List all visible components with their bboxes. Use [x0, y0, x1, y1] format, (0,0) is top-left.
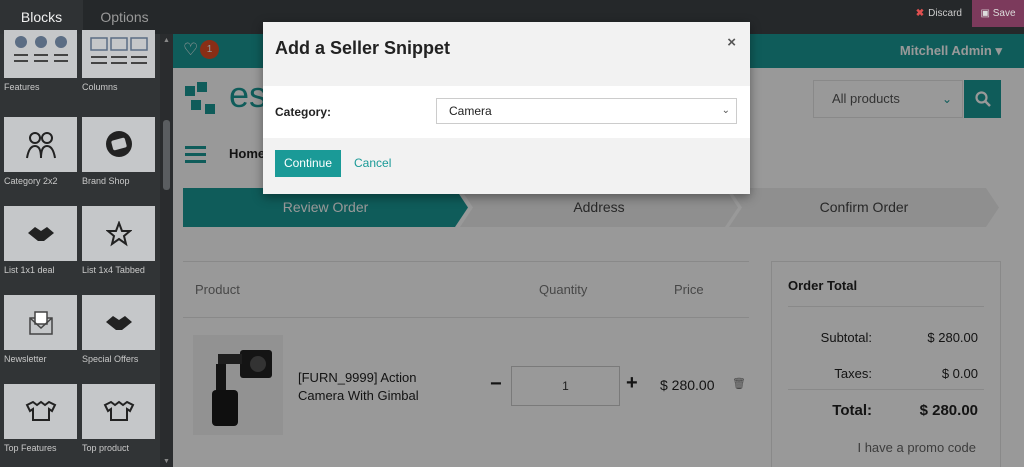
- block-label: Brand Shop: [82, 176, 130, 186]
- block-special-offers[interactable]: Special Offers: [82, 295, 160, 364]
- shirts-icon: [4, 384, 77, 439]
- save-label: Save: [992, 8, 1016, 19]
- block-label: List 1x4 Tabbed: [82, 265, 145, 275]
- dialog-body: Category: Camera ⌄: [263, 86, 750, 138]
- block-top-product[interactable]: Top product: [82, 384, 160, 453]
- sidebar-tabs: Blocks Options: [0, 0, 173, 34]
- block-list-1x4-tabbed[interactable]: List 1x4 Tabbed: [82, 206, 160, 275]
- sidebar-scrollbar[interactable]: ▲ ▼: [160, 34, 173, 467]
- block-category-2x2[interactable]: Category 2x2: [4, 117, 82, 186]
- block-list-1x1-deal[interactable]: List 1x1 deal: [4, 206, 82, 275]
- block-label: Newsletter: [4, 354, 47, 364]
- discard-button[interactable]: ✖ Discard: [916, 0, 962, 27]
- close-icon: ✖: [915, 8, 925, 19]
- block-label: Category 2x2: [4, 176, 58, 186]
- features-icon: [4, 30, 77, 78]
- category-select-value: Camera: [449, 104, 492, 118]
- block-label: Special Offers: [82, 354, 139, 364]
- save-button[interactable]: ▣ Save: [972, 0, 1024, 27]
- app-root: Blocks Options Features Columns Category…: [0, 0, 1024, 467]
- block-label: Columns: [82, 82, 118, 92]
- block-label: Top product: [82, 443, 130, 453]
- columns-icon: [82, 30, 155, 78]
- scroll-thumb[interactable]: [163, 120, 170, 190]
- tab-blocks[interactable]: Blocks: [0, 0, 83, 34]
- chevron-down-icon: ⌄: [721, 105, 730, 116]
- tag-icon: [82, 117, 155, 172]
- dialog-title: Add a Seller Snippet: [275, 38, 451, 58]
- save-icon: ▣: [980, 8, 990, 19]
- editor-sidebar: Blocks Options Features Columns Category…: [0, 0, 173, 467]
- category-select[interactable]: Camera ⌄: [436, 98, 737, 124]
- handshake-icon: [82, 295, 155, 350]
- add-snippet-dialog: Add a Seller Snippet × Category: Camera …: [263, 22, 750, 194]
- block-columns[interactable]: Columns: [82, 30, 160, 92]
- tab-options[interactable]: Options: [83, 0, 166, 34]
- handshake-icon: [4, 206, 77, 261]
- people-icon: [4, 117, 77, 172]
- block-features[interactable]: Features: [4, 30, 82, 92]
- dialog-header: Add a Seller Snippet ×: [263, 22, 750, 86]
- scroll-down-icon[interactable]: ▼: [163, 458, 170, 465]
- shirts-icon: [82, 384, 155, 439]
- envelope-icon: [4, 295, 77, 350]
- close-icon[interactable]: ×: [727, 34, 736, 51]
- block-brand-shop[interactable]: Brand Shop: [82, 117, 160, 186]
- continue-button[interactable]: Continue: [275, 150, 341, 177]
- discard-label: Discard: [928, 8, 962, 19]
- dialog-footer: Continue Cancel: [263, 138, 750, 194]
- block-label: Top Features: [4, 443, 57, 453]
- block-top-features[interactable]: Top Features: [4, 384, 82, 453]
- block-label: Features: [4, 82, 40, 92]
- star-icon: [82, 206, 155, 261]
- block-label: List 1x1 deal: [4, 265, 55, 275]
- category-label: Category:: [275, 105, 332, 119]
- scroll-up-icon[interactable]: ▲: [163, 37, 170, 44]
- block-newsletter[interactable]: Newsletter: [4, 295, 82, 364]
- cancel-button[interactable]: Cancel: [354, 150, 391, 177]
